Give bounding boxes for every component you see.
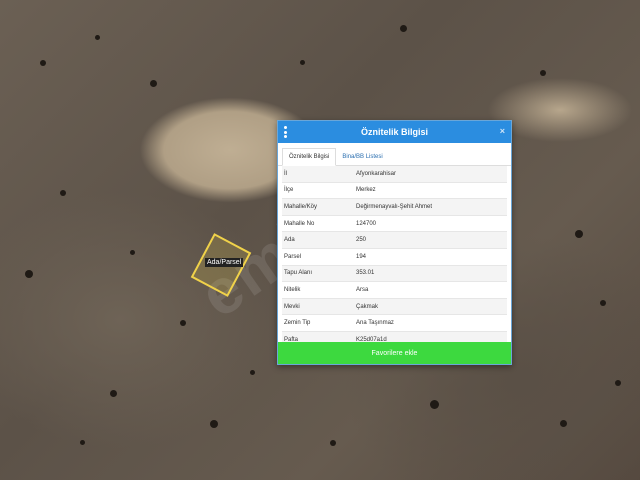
- row-value: 194: [356, 253, 367, 260]
- terrain-spot: [110, 390, 117, 397]
- tab-attribute-info[interactable]: Öznitelik Bilgisi: [282, 148, 337, 166]
- terrain-spot: [80, 440, 85, 445]
- add-favorites-button[interactable]: Favorilere ekle: [278, 342, 511, 364]
- terrain-spot: [130, 250, 135, 255]
- attribute-info-panel: Öznitelik Bilgisi × Öznitelik Bilgisi Bi…: [277, 120, 512, 365]
- table-row: Ada 250: [282, 232, 507, 249]
- row-value: Afyonkarahisar: [356, 170, 397, 177]
- parcel-label: Ada/Parsel: [205, 258, 244, 267]
- row-key: Mevki: [284, 303, 300, 310]
- row-value: Ana Taşınmaz: [356, 320, 394, 327]
- table-row: İlçe Merkez: [282, 183, 507, 200]
- terrain-spot: [250, 370, 255, 375]
- table-row: İl Afyonkarahisar: [282, 166, 507, 183]
- table-row: Tapu Alanı 353.01: [282, 265, 507, 283]
- row-key: Mahalle No: [284, 220, 315, 227]
- terrain-spot: [25, 270, 33, 278]
- row-value: 353.01: [356, 270, 375, 277]
- terrain-spot: [40, 60, 46, 66]
- terrain-spot: [150, 80, 157, 87]
- row-key: Tapu Alanı: [284, 270, 313, 277]
- terrain-spot: [600, 300, 606, 306]
- terrain-spot: [560, 420, 567, 427]
- terrain-spot: [575, 230, 583, 238]
- row-value: Değirmenayvalı-Şehit Ahmet: [356, 203, 433, 210]
- row-value: 250: [356, 237, 367, 244]
- row-key: İl: [284, 170, 287, 177]
- terrain-spot: [330, 440, 336, 446]
- table-row: Mahalle/Köy Değirmenayvalı-Şehit Ahmet: [282, 199, 507, 216]
- table-row: Mahalle No 124700: [282, 216, 507, 233]
- row-key: İlçe: [284, 187, 294, 194]
- terrain-spot: [300, 60, 305, 65]
- terrain-spot: [210, 420, 218, 428]
- terrain-spot: [430, 400, 439, 409]
- row-value: Merkez: [356, 187, 376, 194]
- terrain-spot: [95, 35, 100, 40]
- terrain-spot: [400, 25, 407, 32]
- tab-bar: Öznitelik Bilgisi Bina/BB Listesi: [278, 143, 511, 166]
- terrain-spot: [60, 190, 66, 196]
- row-value: Arsa: [356, 286, 369, 293]
- table-row: Mevki Çakmak: [282, 298, 507, 316]
- row-key: Mahalle/Köy: [284, 203, 318, 210]
- table-row: Parsel 194: [282, 249, 507, 266]
- row-value: Çakmak: [356, 303, 379, 310]
- row-key: Nitelik: [284, 286, 301, 293]
- table-row: Zemin Tip Ana Taşınmaz: [282, 315, 507, 332]
- row-key: Ada: [284, 237, 295, 244]
- attribute-table: İl Afyonkarahisar İlçe Merkez Mahalle/Köy D…: [278, 166, 511, 349]
- row-value: 124700: [356, 220, 377, 227]
- menu-icon[interactable]: [284, 126, 287, 138]
- tab-building-list[interactable]: Bina/BB Listesi: [336, 149, 388, 165]
- terrain-spot: [180, 320, 186, 326]
- panel-title: Öznitelik Bilgisi: [360, 127, 428, 137]
- row-key: Parsel: [284, 253, 302, 260]
- terrain-spot: [615, 380, 621, 386]
- terrain-spot: [540, 70, 546, 76]
- panel-header: Öznitelik Bilgisi ×: [278, 121, 511, 143]
- close-icon[interactable]: ×: [500, 126, 505, 136]
- table-row: Nitelik Arsa: [282, 282, 507, 299]
- row-key: Zemin Tip: [284, 320, 311, 327]
